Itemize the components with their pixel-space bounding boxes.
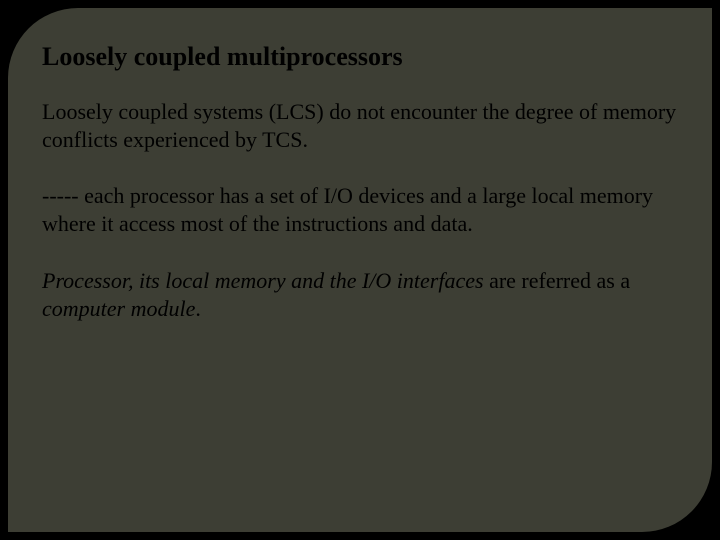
slide-heading: Loosely coupled multiprocessors — [42, 42, 678, 72]
paragraph-2: ----- each processor has a set of I/O de… — [42, 182, 678, 238]
paragraph-3: Processor, its local memory and the I/O … — [42, 267, 678, 323]
slide-content: Loosely coupled multiprocessors Loosely … — [42, 42, 678, 351]
p3-plain-2: . — [195, 296, 201, 321]
p3-italic-1: Processor, its local memory and the I/O … — [42, 268, 484, 293]
p3-italic-2: computer module — [42, 296, 195, 321]
slide-frame: Loosely coupled multiprocessors Loosely … — [8, 8, 712, 532]
p3-plain-1: are referred as a — [484, 268, 631, 293]
paragraph-1: Loosely coupled systems (LCS) do not enc… — [42, 98, 678, 154]
